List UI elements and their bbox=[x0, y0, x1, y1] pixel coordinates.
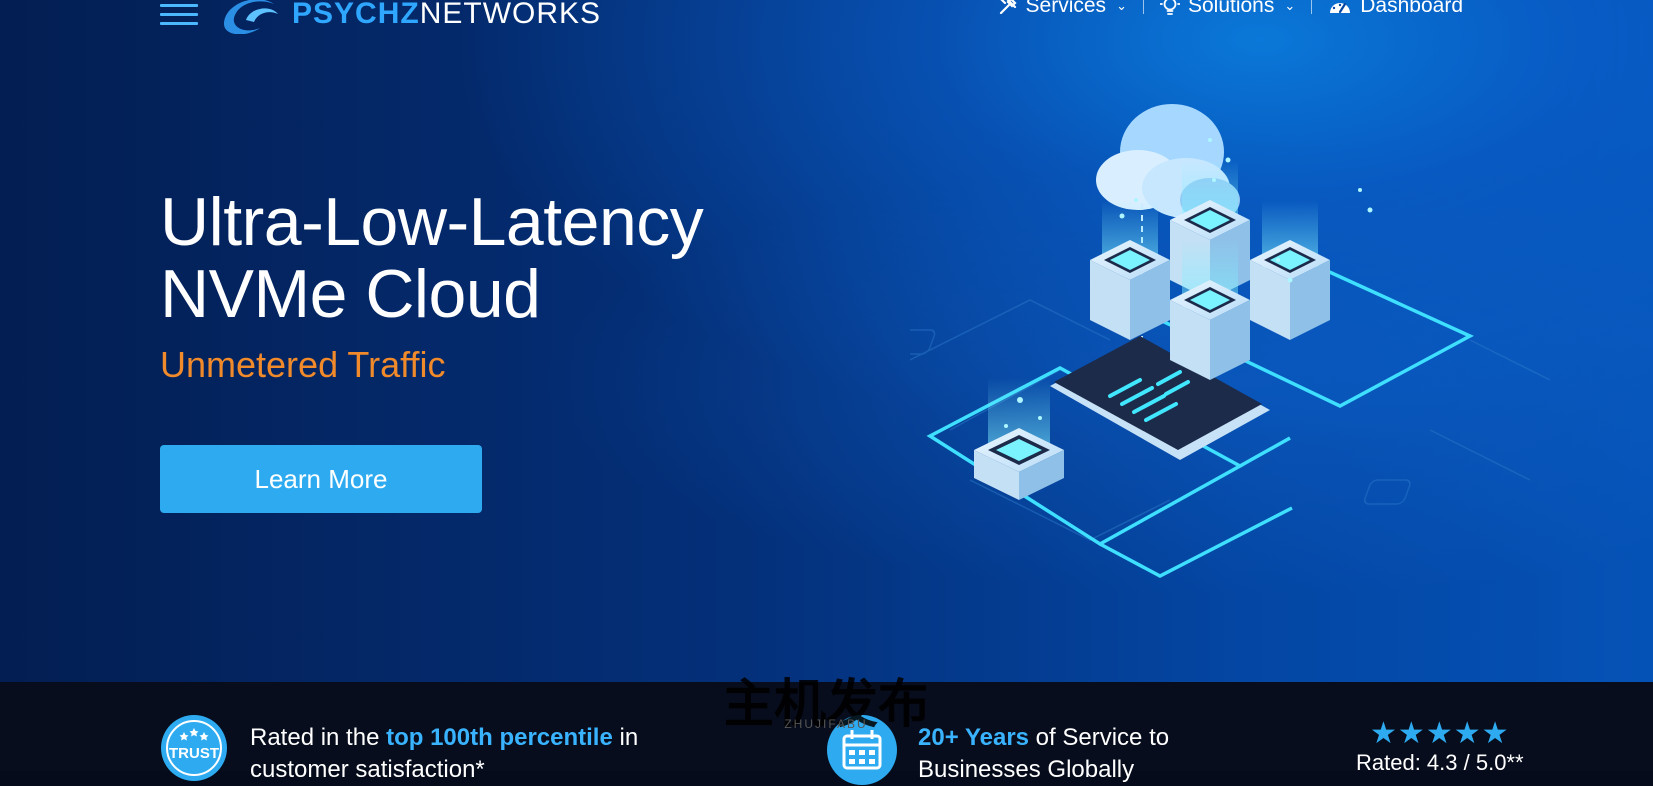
logo-wordmark: PSYCHZNETWORKS bbox=[292, 0, 601, 29]
hero-headline-line-1: Ultra-Low-Latency bbox=[160, 184, 704, 260]
nav-services-label: Services bbox=[1025, 0, 1107, 17]
nav-solutions-label: Solutions bbox=[1187, 0, 1275, 17]
nav-services[interactable]: Services ⌄ bbox=[998, 0, 1127, 18]
main-nav: Services ⌄ Solutions ⌄ Dashboard bbox=[998, 0, 1463, 18]
chevron-down-icon: ⌄ bbox=[1284, 0, 1296, 13]
nav-divider bbox=[1142, 0, 1144, 14]
satisfaction-prefix: Rated in the bbox=[250, 724, 387, 751]
hero-section: PSYCHZNETWORKS Services ⌄ Solutions ⌄ Da… bbox=[0, 0, 1653, 682]
customer-rating: ★★★★★ Rated: 4.3 / 5.0** bbox=[1356, 717, 1524, 776]
learn-more-button[interactable]: Learn More bbox=[160, 445, 482, 513]
years-of-service-text: 20+ Years of Service to Businesses Globa… bbox=[918, 722, 1169, 786]
hero-subheadline: Unmetered Traffic bbox=[160, 344, 446, 385]
satisfaction-line-2: customer satisfaction* bbox=[250, 756, 485, 783]
years-suffix: of Service to bbox=[1029, 724, 1170, 751]
logo-wordmark-secondary: NETWORKS bbox=[419, 0, 602, 30]
trust-badge-icon: TRUST bbox=[161, 715, 227, 781]
watermark-latin: ZHUJIFABU bbox=[784, 717, 867, 731]
logo-swirl-icon bbox=[224, 0, 278, 34]
satisfaction-highlight: top 100th percentile bbox=[386, 724, 613, 751]
trust-badge-label: TRUST bbox=[169, 745, 219, 762]
hero-headline-line-2: NVMe Cloud bbox=[160, 256, 541, 332]
nav-divider bbox=[1311, 0, 1313, 14]
years-line-2: Businesses Globally bbox=[918, 756, 1135, 783]
nav-solutions[interactable]: Solutions ⌄ bbox=[1159, 0, 1296, 18]
logo[interactable]: PSYCHZNETWORKS bbox=[216, 0, 601, 34]
lightbulb-icon bbox=[1159, 0, 1180, 15]
watermark-logo: 主机发布 ZHUJIFABU bbox=[726, 676, 926, 735]
satisfaction-text: Rated in the top 100th percentile in cus… bbox=[250, 722, 638, 786]
server-cubes bbox=[974, 160, 1330, 500]
logo-wordmark-primary: PSYCHZ bbox=[292, 0, 420, 30]
rating-stars-icon: ★★★★★ bbox=[1370, 717, 1510, 750]
gauge-icon bbox=[1330, 2, 1351, 14]
cloud-servers-illustration bbox=[910, 104, 1550, 578]
chevron-down-icon: ⌄ bbox=[1116, 0, 1127, 13]
nav-dashboard[interactable]: Dashboard bbox=[1328, 0, 1463, 18]
hamburger-menu-icon[interactable] bbox=[160, 4, 198, 28]
years-highlight: 20+ Years bbox=[918, 724, 1030, 751]
nav-dashboard-label: Dashboard bbox=[1360, 0, 1463, 17]
tools-icon bbox=[999, 0, 1017, 15]
hero-headline: Ultra-Low-Latency NVMe Cloud bbox=[160, 184, 704, 332]
rating-text: Rated: 4.3 / 5.0** bbox=[1356, 750, 1524, 775]
satisfaction-suffix: in bbox=[612, 724, 639, 751]
